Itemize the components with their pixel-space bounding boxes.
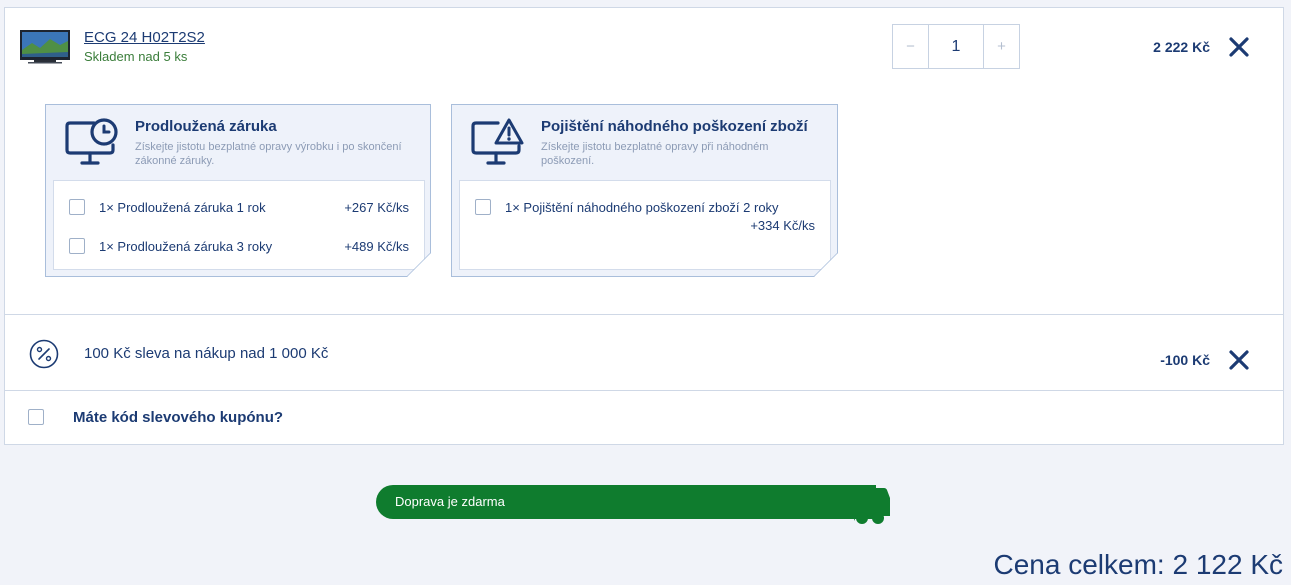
insurance-card: Pojištění náhodného poškození zboží Získ… [451,104,838,277]
percent-icon [29,339,59,369]
monitor-clock-icon [64,117,120,167]
shipping-status-text: Doprava je zdarma [395,494,505,509]
coupon-checkbox[interactable] [28,409,44,425]
truck-icon [854,485,890,524]
warranty-1-year-checkbox[interactable] [69,199,85,215]
close-icon[interactable] [1228,36,1250,58]
qty-decrease-button[interactable]: − [893,25,928,68]
order-total: Cena celkem: 2 122 Kč [993,549,1284,580]
warranty-3-years-checkbox[interactable] [69,238,85,254]
warranty-card: Prodloužená záruka Získejte jistotu bezp… [45,104,431,277]
product-name-link[interactable]: ECG 24 H02T2S2 [84,29,205,46]
product-row: ECG 24 H02T2S2 Skladem nad 5 ks − 1 + 2 … [5,8,1283,315]
discount-amount: -100 Kč [1160,352,1210,368]
card-corner-decoration [397,243,431,277]
quantity-stepper: − 1 + [892,24,1020,69]
insurance-title: Pojištění náhodného poškození zboží [541,118,808,135]
insurance-2-years-checkbox[interactable] [475,199,491,215]
stock-status: Skladem nad 5 ks [84,49,188,64]
monitor-warning-icon [470,117,526,167]
discount-row: 100 Kč sleva na nákup nad 1 000 Kč -100 … [5,315,1283,391]
warranty-options: 1× Prodloužená záruka 1 rok +267 Kč/ks 1… [53,180,425,270]
insurance-options: 1× Pojištění náhodného poškození zboží 2… [459,180,831,270]
option-label: 1× Pojištění náhodného poškození zboží 2… [505,199,779,215]
option-label: 1× Prodloužená záruka 3 roky [99,238,273,254]
coupon-row[interactable]: Máte kód slevového kupónu? [5,391,1283,445]
warranty-title: Prodloužená záruka [135,118,277,135]
tv-thumbnail[interactable] [20,30,70,64]
discount-label: 100 Kč sleva na nákup nad 1 000 Kč [84,345,329,362]
free-shipping-progress: Doprava je zdarma [376,484,916,526]
quantity-input[interactable]: 1 [928,25,984,68]
insurance-description: Získejte jistotu bezplatné opravy při ná… [541,141,769,167]
option-price: +334 Kč/ks [750,218,815,233]
coupon-label[interactable]: Máte kód slevového kupónu? [73,409,283,426]
close-icon[interactable] [1228,349,1250,371]
option-price: +267 Kč/ks [344,199,409,215]
qty-increase-button[interactable]: + [984,25,1019,68]
product-price: 2 222 Kč [1153,39,1210,55]
warranty-option-3-years[interactable]: 1× Prodloužená záruka 3 roky +489 Kč/ks [54,236,424,256]
option-label: 1× Prodloužená záruka 1 rok [99,199,266,215]
warranty-description: Získejte jistotu bezplatné opravy výrobk… [135,141,402,167]
warranty-option-1-year[interactable]: 1× Prodloužená záruka 1 rok +267 Kč/ks [54,197,424,217]
cart-box: ECG 24 H02T2S2 Skladem nad 5 ks − 1 + 2 … [4,7,1284,445]
card-corner-decoration [804,243,838,277]
insurance-option-2-years[interactable]: 1× Pojištění náhodného poškození zboží 2… [460,197,830,217]
